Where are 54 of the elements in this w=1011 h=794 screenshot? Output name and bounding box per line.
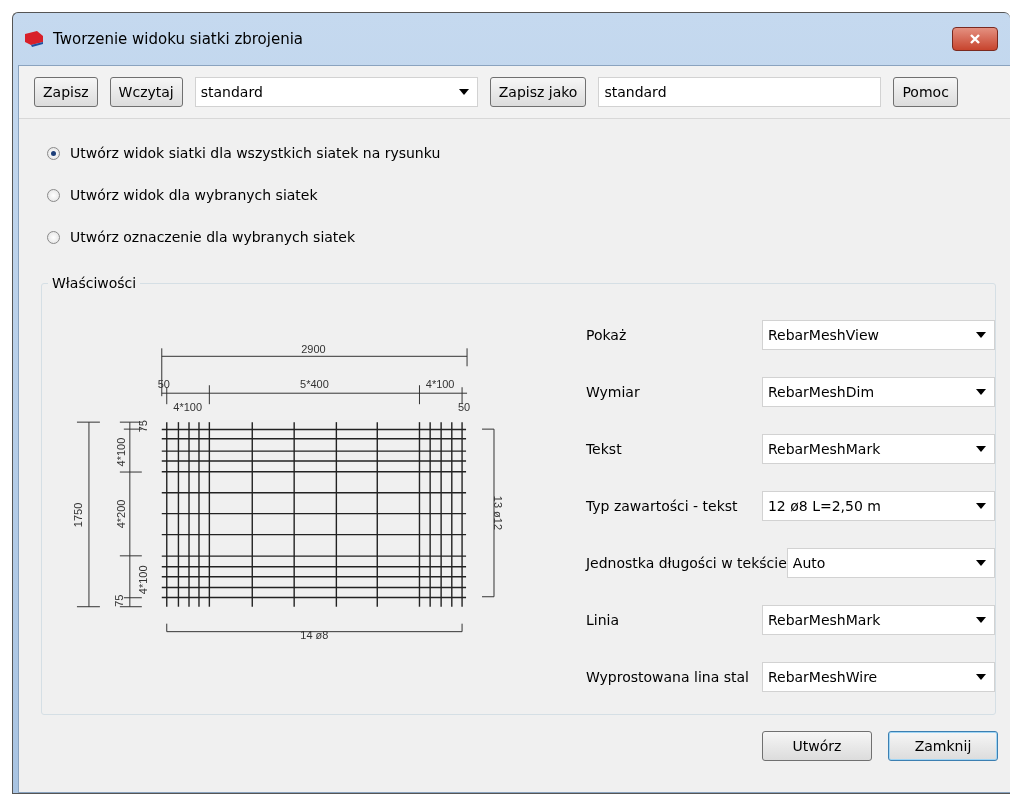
caret-icon (976, 560, 986, 566)
text-field[interactable]: standard (598, 77, 882, 107)
field-label: Jednostka długości w tekście (585, 555, 787, 571)
dimension-label: 14 ø8 (300, 628, 329, 641)
dimension-label: 4*100 (136, 565, 149, 595)
toolbar-button[interactable]: Pomoc (893, 77, 958, 107)
app-icon (23, 30, 45, 48)
field-label: Typ zawartości - tekst (585, 498, 739, 514)
caret-icon (976, 332, 986, 338)
dimension-label: 13 ø12 (492, 495, 505, 530)
dimension-label: 5*400 (300, 378, 329, 391)
group-legend: Właściwości (48, 275, 141, 291)
caret-icon (976, 674, 986, 680)
field-label: Wyprostowana lina stal (585, 669, 750, 685)
dropdown[interactable]: RebarMeshView (761, 320, 995, 350)
dimension-label: 4*100 (425, 378, 455, 391)
caret-icon (976, 503, 986, 509)
radio-button[interactable] (47, 188, 60, 202)
dropdown[interactable]: standard (194, 77, 478, 107)
radio-button[interactable] (47, 230, 60, 244)
toolbar-button[interactable]: Zapisz jako (489, 77, 587, 107)
dimension-label: 4*200 (114, 499, 127, 529)
dropdown[interactable]: RebarMeshWire (761, 662, 995, 692)
close-icon (969, 34, 981, 44)
caret-icon (976, 446, 986, 452)
close-button[interactable] (952, 27, 998, 51)
dropdown[interactable]: RebarMeshMark (761, 434, 995, 464)
dimension-label: 4*100 (173, 401, 203, 414)
dropdown[interactable]: RebarMeshMark (761, 605, 995, 635)
dimension-label: 75 (112, 594, 125, 607)
radio-button[interactable] (47, 146, 60, 160)
caret-icon (458, 89, 469, 95)
radio-label[interactable]: Utwórz widok siatki dla wszystkich siatek na rysunku (70, 145, 441, 161)
dialog-button[interactable]: Zamknij (888, 731, 998, 761)
window-title: Tworzenie widoku siatki zbrojenia (53, 30, 305, 48)
radio-label[interactable]: Utwórz widok dla wybranych siatek (70, 187, 318, 203)
field-label: Wymiar (585, 384, 641, 400)
field-label: Linia (585, 612, 620, 628)
caret-icon (976, 617, 986, 623)
dimension-label: 1750 (71, 502, 84, 528)
dropdown[interactable]: Auto (786, 548, 995, 578)
dimension-label: 4*100 (114, 437, 127, 467)
dimension-label: 75 (136, 420, 149, 433)
dialog-button[interactable]: Utwórz (762, 731, 872, 761)
toolbar-button[interactable]: Zapisz (34, 77, 98, 107)
field-label: Tekst (585, 441, 623, 457)
caret-icon (976, 389, 986, 395)
dropdown[interactable]: 12 ø8 L=2,50 m (761, 491, 995, 521)
toolbar-button[interactable]: Wczytaj (109, 77, 183, 107)
dimension-label: 50 (457, 401, 471, 414)
radio-label[interactable]: Utwórz oznaczenie dla wybranych siatek (70, 229, 356, 245)
dimension-label: 2900 (301, 343, 326, 356)
field-label: Pokaż (585, 327, 628, 343)
dropdown[interactable]: RebarMeshDim (761, 377, 995, 407)
